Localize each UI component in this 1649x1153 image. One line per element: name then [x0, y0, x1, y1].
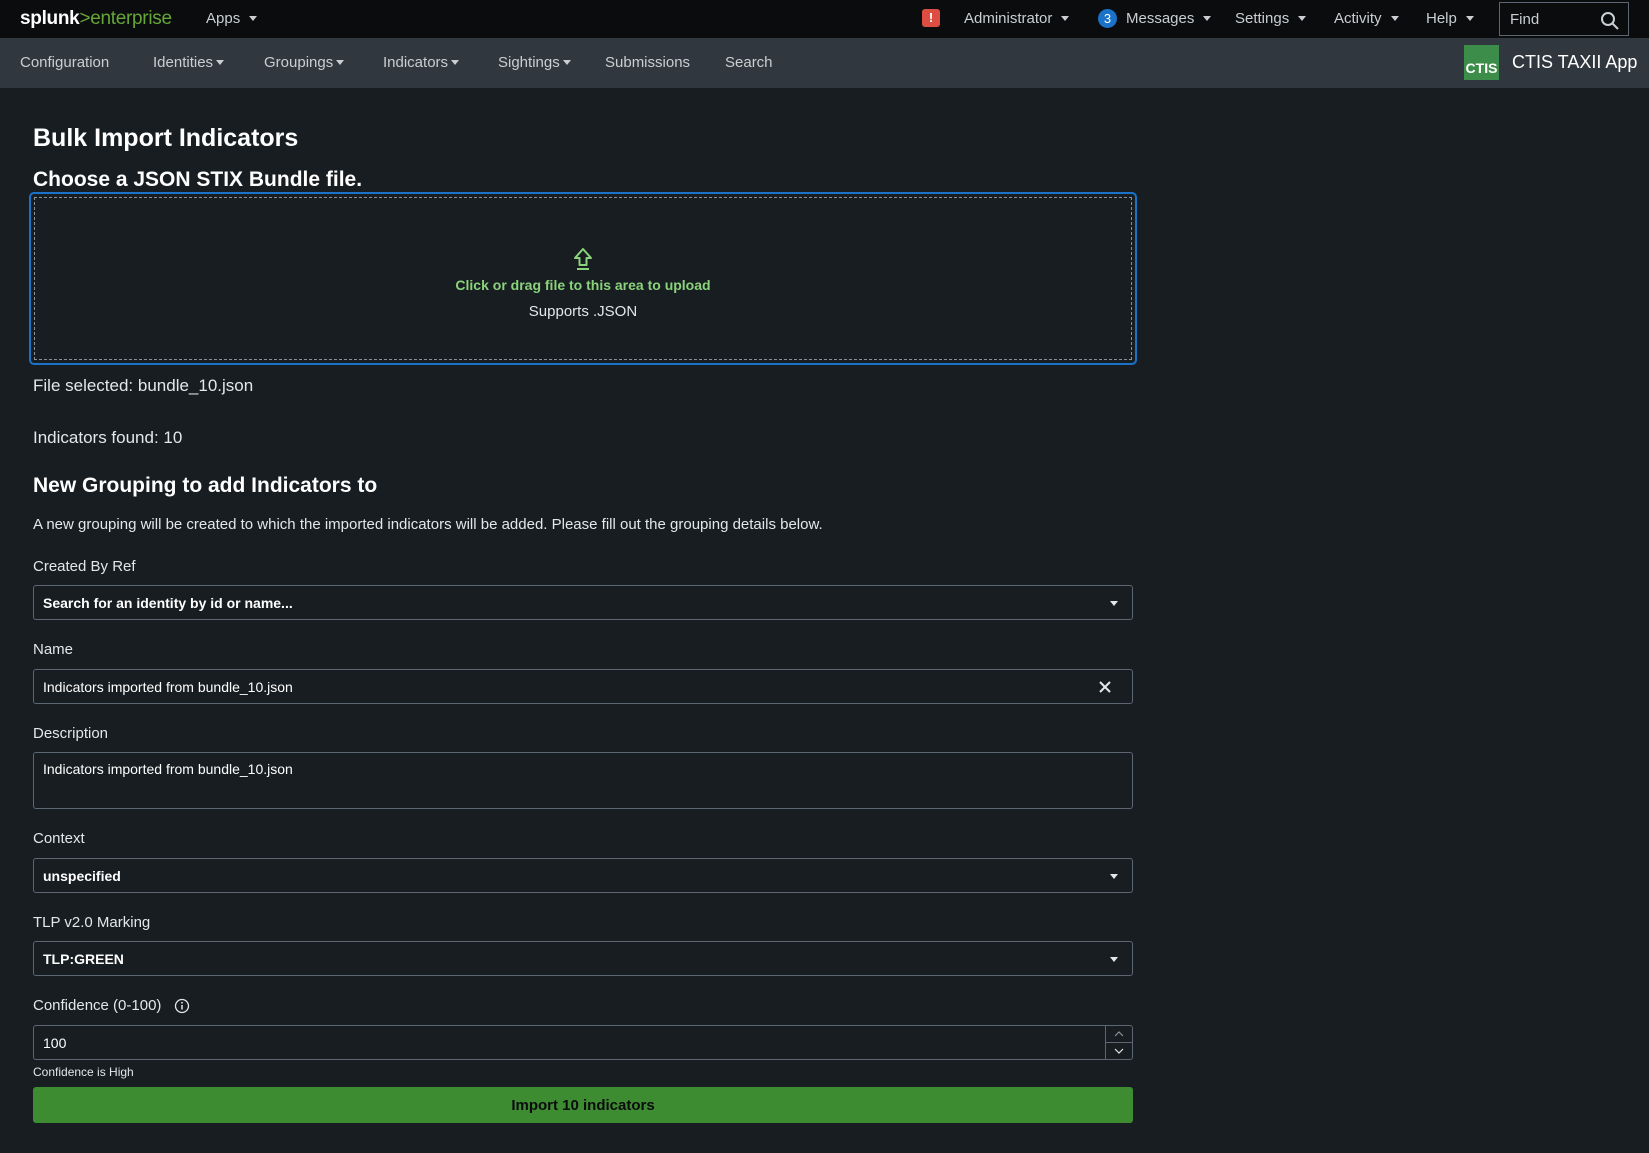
name-label: Name — [33, 641, 74, 658]
app-logo: CTIS — [1464, 45, 1499, 80]
grouping-heading: New Grouping to add Indicators to — [33, 474, 378, 497]
grouping-description-text: A new grouping will be created to which … — [33, 516, 823, 533]
dropzone-inner: Click or drag file to this area to uploa… — [34, 197, 1132, 360]
help-label: Help — [1426, 10, 1457, 27]
info-icon[interactable] — [174, 998, 190, 1014]
nav-submissions[interactable]: Submissions — [605, 54, 690, 71]
chevron-down-icon — [216, 60, 225, 65]
page-title: Bulk Import Indicators — [33, 124, 299, 152]
nav-configuration[interactable]: Configuration — [20, 54, 109, 71]
settings-label: Settings — [1235, 10, 1290, 27]
confidence-hint: Confidence is High — [33, 1065, 134, 1079]
messages-count-badge: 3 — [1098, 9, 1117, 28]
nav-identities-label: Identities — [153, 54, 214, 71]
dropzone-text: Click or drag file to this area to uploa… — [455, 277, 711, 293]
confidence-label-row: Confidence (0-100) — [33, 997, 190, 1014]
logo-gt-text: > — [79, 8, 91, 29]
chevron-down-icon — [1203, 16, 1212, 21]
indicators-found-text: Indicators found: 10 — [33, 428, 183, 447]
chevron-down-icon — [1110, 957, 1118, 962]
chevron-down-icon — [1390, 16, 1399, 21]
chevron-up-icon — [1114, 1031, 1124, 1037]
apps-menu[interactable]: Apps — [206, 10, 258, 27]
chevron-down-icon — [1114, 1048, 1124, 1054]
tlp-label: TLP v2.0 Marking — [33, 914, 151, 931]
alert-icon[interactable]: ! — [922, 9, 940, 27]
logo-splunk-text: splunk — [20, 8, 80, 29]
nav-identities[interactable]: Identities — [153, 54, 225, 71]
nav-search-label: Search — [725, 54, 773, 71]
confidence-value: 100 — [43, 1034, 67, 1051]
nav-sightings-label: Sightings — [498, 54, 560, 71]
tlp-value: TLP:GREEN — [43, 950, 124, 967]
chevron-down-icon — [451, 60, 460, 65]
chevron-down-icon — [1061, 16, 1070, 21]
chevron-down-icon — [1110, 601, 1118, 606]
stepper-down-button[interactable] — [1106, 1043, 1132, 1059]
name-value: Indicators imported from bundle_10.json — [43, 678, 293, 695]
search-icon[interactable] — [1600, 11, 1620, 31]
name-input[interactable]: Indicators imported from bundle_10.json — [33, 669, 1133, 704]
stepper-up-button[interactable] — [1106, 1026, 1132, 1043]
chevron-down-icon — [1465, 16, 1474, 21]
clear-icon[interactable] — [1098, 680, 1112, 694]
dropzone-subtext: Supports .JSON — [528, 303, 638, 320]
app-title[interactable]: CTIS TAXII App — [1512, 52, 1637, 73]
settings-menu[interactable]: Settings — [1235, 10, 1307, 27]
activity-label: Activity — [1334, 10, 1382, 27]
nav-configuration-label: Configuration — [20, 54, 110, 71]
nav-submissions-label: Submissions — [605, 54, 691, 71]
file-selected-text: File selected: bundle_10.json — [33, 376, 254, 395]
nav-search[interactable]: Search — [725, 54, 773, 71]
chevron-down-icon — [1298, 16, 1307, 21]
chevron-down-icon — [1110, 874, 1118, 879]
nav-groupings-label: Groupings — [264, 54, 334, 71]
global-header: splunk>enterprise Apps ! Administrator 3… — [0, 0, 1649, 38]
nav-indicators[interactable]: Indicators — [383, 54, 460, 71]
created-by-placeholder: Search for an identity by id or name... — [43, 594, 293, 611]
find-placeholder: Find — [1510, 10, 1540, 28]
description-label: Description — [33, 725, 109, 742]
context-label: Context — [33, 830, 85, 847]
chevron-down-icon — [336, 60, 345, 65]
administrator-menu[interactable]: Administrator — [964, 10, 1070, 27]
created-by-label: Created By Ref — [33, 558, 136, 575]
find-input[interactable]: Find — [1499, 2, 1629, 36]
confidence-input[interactable]: 100 — [33, 1025, 1133, 1060]
description-value: Indicators imported from bundle_10.json — [43, 761, 293, 777]
help-menu[interactable]: Help — [1426, 10, 1474, 27]
context-value: unspecified — [43, 867, 121, 884]
context-select[interactable]: unspecified — [33, 858, 1133, 893]
administrator-label: Administrator — [964, 10, 1053, 27]
nav-groupings[interactable]: Groupings — [264, 54, 345, 71]
file-upload-dropzone[interactable]: Click or drag file to this area to uploa… — [29, 192, 1137, 365]
upload-icon — [574, 248, 592, 270]
confidence-stepper — [1105, 1026, 1132, 1059]
nav-indicators-label: Indicators — [383, 54, 449, 71]
splunk-logo[interactable]: splunk>enterprise — [20, 8, 172, 30]
tlp-select[interactable]: TLP:GREEN — [33, 941, 1133, 976]
import-indicators-button[interactable]: Import 10 indicators — [33, 1087, 1133, 1123]
confidence-label: Confidence (0-100) — [33, 997, 162, 1014]
description-textarea[interactable]: Indicators imported from bundle_10.json — [33, 752, 1133, 809]
apps-label: Apps — [206, 10, 241, 27]
created-by-select[interactable]: Search for an identity by id or name... — [33, 585, 1133, 620]
messages-label: Messages — [1126, 10, 1195, 27]
choose-file-heading: Choose a JSON STIX Bundle file. — [33, 168, 363, 191]
activity-menu[interactable]: Activity — [1334, 10, 1399, 27]
nav-sightings[interactable]: Sightings — [498, 54, 571, 71]
chevron-down-icon — [562, 60, 571, 65]
messages-menu[interactable]: 3 Messages — [1098, 9, 1212, 28]
chevron-down-icon — [249, 16, 258, 21]
logo-product-text: enterprise — [90, 8, 172, 29]
app-navigation-bar: Configuration Identities Groupings Indic… — [0, 38, 1649, 88]
